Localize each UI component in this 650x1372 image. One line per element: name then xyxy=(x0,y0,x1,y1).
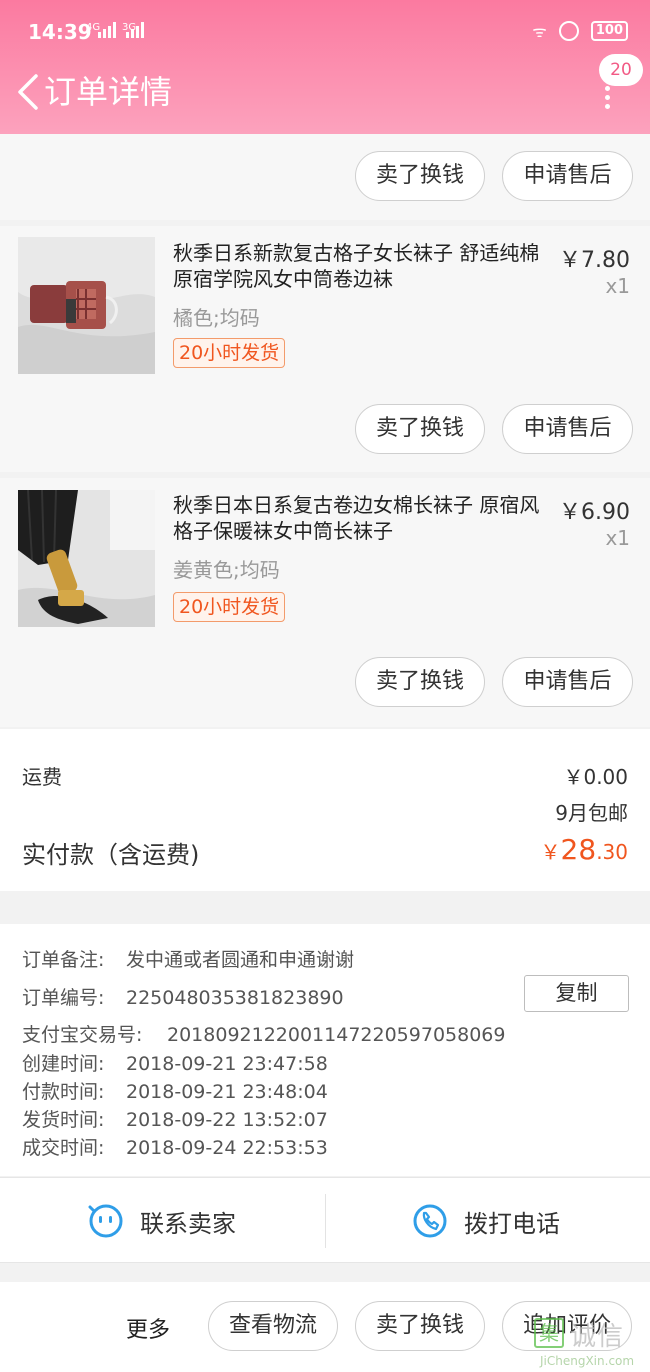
signal-bars-icon xyxy=(98,22,116,38)
contact-seller-label: 联系卖家 xyxy=(140,1209,236,1238)
battery-icon: 100 xyxy=(590,21,628,41)
socks-photo-icon xyxy=(18,237,155,374)
paid-amount-label: 实付款（含运费) xyxy=(22,841,200,869)
created-time-label: 创建时间: xyxy=(22,1053,105,1075)
item-actions-top: 卖了换钱 申请售后 xyxy=(0,134,650,220)
order-note-row: 订单备注: 发中通或者圆通和申通谢谢 xyxy=(22,945,354,972)
site-watermark: 集 诚信 JiChengXin.com xyxy=(532,1316,650,1372)
shipping-time-tag: 20小时发货 xyxy=(173,592,286,622)
item-quantity: x1 xyxy=(605,274,630,298)
more-button[interactable]: 更多 xyxy=(126,1312,170,1344)
completed-time-row: 成交时间: 2018-09-24 22:53:53 xyxy=(22,1133,328,1160)
completed-time-label: 成交时间: xyxy=(22,1137,105,1159)
alipay-trade-value: 2018092122001147220597058069 xyxy=(167,1024,506,1046)
payment-summary: 运费 ￥0.00 9月包邮 实付款（含运费) ￥28.30 xyxy=(0,729,650,891)
watermark-logo-icon: 集 xyxy=(534,1318,564,1348)
vibrate-icon: ᯤ xyxy=(532,22,547,41)
contact-bar: 联系卖家 拨打电话 xyxy=(0,1177,650,1263)
contact-seller-button[interactable]: 联系卖家 xyxy=(88,1178,236,1264)
shipping-fee-label: 运费 xyxy=(22,765,62,789)
item-price: ￥6.90 xyxy=(559,500,630,525)
alarm-icon xyxy=(558,21,579,41)
item-sku: 橘色;均码 xyxy=(173,306,260,330)
item-title[interactable]: 秋季日系新款复古格子女长袜子 舒适纯棉原宿学院风女中筒卷边袜 xyxy=(173,240,543,292)
message-count-badge[interactable]: 20 xyxy=(599,54,643,86)
signal-bars-icon-2 xyxy=(126,22,144,38)
order-item-2[interactable]: 秋季日本日系复古卷边女棉长袜子 原宿风格子保暖袜女中筒长袜子 ￥6.90 x1 … xyxy=(0,478,650,727)
back-arrow-icon[interactable] xyxy=(12,72,46,112)
watermark-url: JiChengXin.com xyxy=(540,1354,635,1368)
completed-time-value: 2018-09-24 22:53:53 xyxy=(126,1137,328,1159)
item-price: ￥7.80 xyxy=(559,248,630,273)
more-menu-icon[interactable] xyxy=(602,86,612,110)
paid-amount: ￥28.30 xyxy=(541,833,628,866)
shipped-time-row: 发货时间: 2018-09-22 13:52:07 xyxy=(22,1105,328,1132)
item-sku: 姜黄色;均码 xyxy=(173,558,280,582)
after-sale-button[interactable]: 申请售后 xyxy=(502,657,633,707)
view-logistics-button[interactable]: 查看物流 xyxy=(208,1301,338,1351)
order-item-1[interactable]: 秋季日系新款复古格子女长袜子 舒适纯棉原宿学院风女中筒卷边袜 ￥7.80 x1 … xyxy=(0,226,650,472)
page-title: 订单详情 xyxy=(44,73,173,111)
order-number-row: 订单编号: 225048035381823890 xyxy=(22,983,344,1010)
shipping-note: 9月包邮 xyxy=(555,801,628,825)
shipped-time-value: 2018-09-22 13:52:07 xyxy=(126,1109,328,1131)
order-note-label: 订单备注: xyxy=(22,949,105,971)
watermark-text: 诚信 xyxy=(570,1322,625,1352)
alipay-trade-row: 支付宝交易号: 2018092122001147220597058069 xyxy=(22,1020,505,1047)
phone-icon xyxy=(413,1204,447,1238)
shipped-time-label: 发货时间: xyxy=(22,1109,105,1131)
paid-decimal: .30 xyxy=(596,840,628,864)
item-thumbnail[interactable] xyxy=(18,237,155,374)
status-bar: 14:39 4G 3G ᯤ 100 xyxy=(0,0,650,66)
paid-currency: ￥ xyxy=(540,840,561,864)
after-sale-button[interactable]: 申请售后 xyxy=(502,404,633,454)
paid-integer: 28 xyxy=(560,833,597,866)
item-quantity: x1 xyxy=(605,526,630,550)
sell-for-cash-button[interactable]: 卖了换钱 xyxy=(355,151,485,201)
call-phone-label: 拨打电话 xyxy=(464,1209,560,1238)
paid-time-row: 付款时间: 2018-09-21 23:48:04 xyxy=(22,1077,328,1104)
status-time: 14:39 xyxy=(28,20,92,44)
item-thumbnail[interactable] xyxy=(18,490,155,627)
alipay-trade-label: 支付宝交易号: xyxy=(22,1024,143,1046)
divider xyxy=(325,1194,326,1248)
shipping-time-tag: 20小时发货 xyxy=(173,338,286,368)
created-time-row: 创建时间: 2018-09-21 23:47:58 xyxy=(22,1049,328,1076)
order-number-label: 订单编号: xyxy=(22,987,105,1009)
app-header: 14:39 4G 3G ᯤ 100 订单详情 20 xyxy=(0,0,650,134)
call-phone-button[interactable]: 拨打电话 xyxy=(412,1178,560,1264)
order-note-value: 发中通或者圆通和申通谢谢 xyxy=(126,949,355,971)
after-sale-button[interactable]: 申请售后 xyxy=(502,151,633,201)
sell-for-cash-button[interactable]: 卖了换钱 xyxy=(355,404,485,454)
paid-time-value: 2018-09-21 23:48:04 xyxy=(126,1081,328,1103)
socks-photo-icon xyxy=(18,490,155,627)
shipping-fee-value: ￥0.00 xyxy=(563,765,628,789)
status-right: ᯤ 100 xyxy=(532,20,628,42)
sell-for-cash-button[interactable]: 卖了换钱 xyxy=(355,657,485,707)
item-title[interactable]: 秋季日本日系复古卷边女棉长袜子 原宿风格子保暖袜女中筒长袜子 xyxy=(173,492,543,544)
created-time-value: 2018-09-21 23:47:58 xyxy=(126,1053,328,1075)
order-number-value: 225048035381823890 xyxy=(126,987,344,1009)
paid-time-label: 付款时间: xyxy=(22,1081,105,1103)
sell-for-cash-button[interactable]: 卖了换钱 xyxy=(355,1301,485,1351)
copy-order-number-button[interactable]: 复制 xyxy=(524,975,629,1012)
chat-face-icon xyxy=(88,1204,123,1238)
